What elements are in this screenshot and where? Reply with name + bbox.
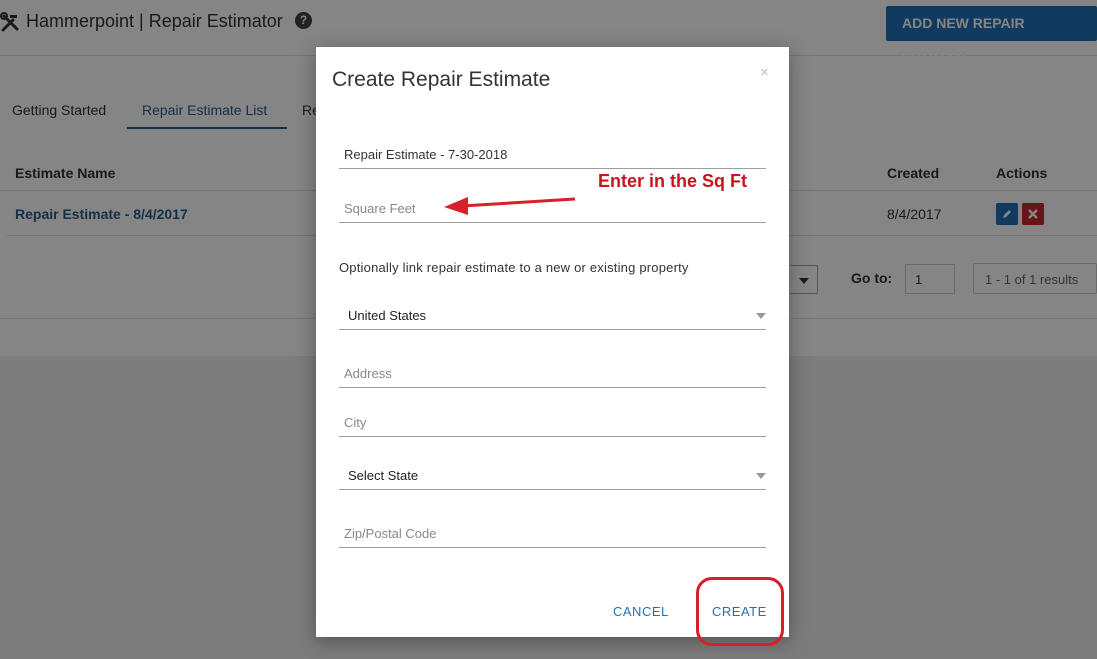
annotation-arrow-icon [444,197,576,215]
caret-down-icon [756,473,766,479]
state-select[interactable]: Select State [339,460,766,490]
country-select[interactable]: United States [339,300,766,330]
annotation-text: Enter in the Sq Ft [598,171,748,191]
estimate-name-field[interactable]: Repair Estimate - 7-30-2018 [339,139,766,169]
city-field[interactable]: City [339,407,766,437]
state-value: Select State [348,468,419,483]
square-feet-placeholder: Square Feet [344,201,416,216]
annotation-highlight-circle [696,577,784,646]
caret-down-icon [756,313,766,319]
estimate-name-value: Repair Estimate - 7-30-2018 [344,147,508,162]
country-value: United States [348,308,427,323]
address-placeholder: Address [344,366,392,381]
close-icon[interactable]: × [760,64,769,81]
cancel-button[interactable]: CANCEL [613,604,669,619]
zip-placeholder: Zip/Postal Code [344,526,437,541]
link-property-note: Optionally link repair estimate to a new… [339,260,689,275]
address-field[interactable]: Address [339,358,766,388]
dialog-title: Create Repair Estimate [332,68,551,91]
create-repair-estimate-dialog: Create Repair Estimate × Repair Estimate… [316,47,789,637]
city-placeholder: City [344,415,367,430]
zip-field[interactable]: Zip/Postal Code [339,518,766,548]
